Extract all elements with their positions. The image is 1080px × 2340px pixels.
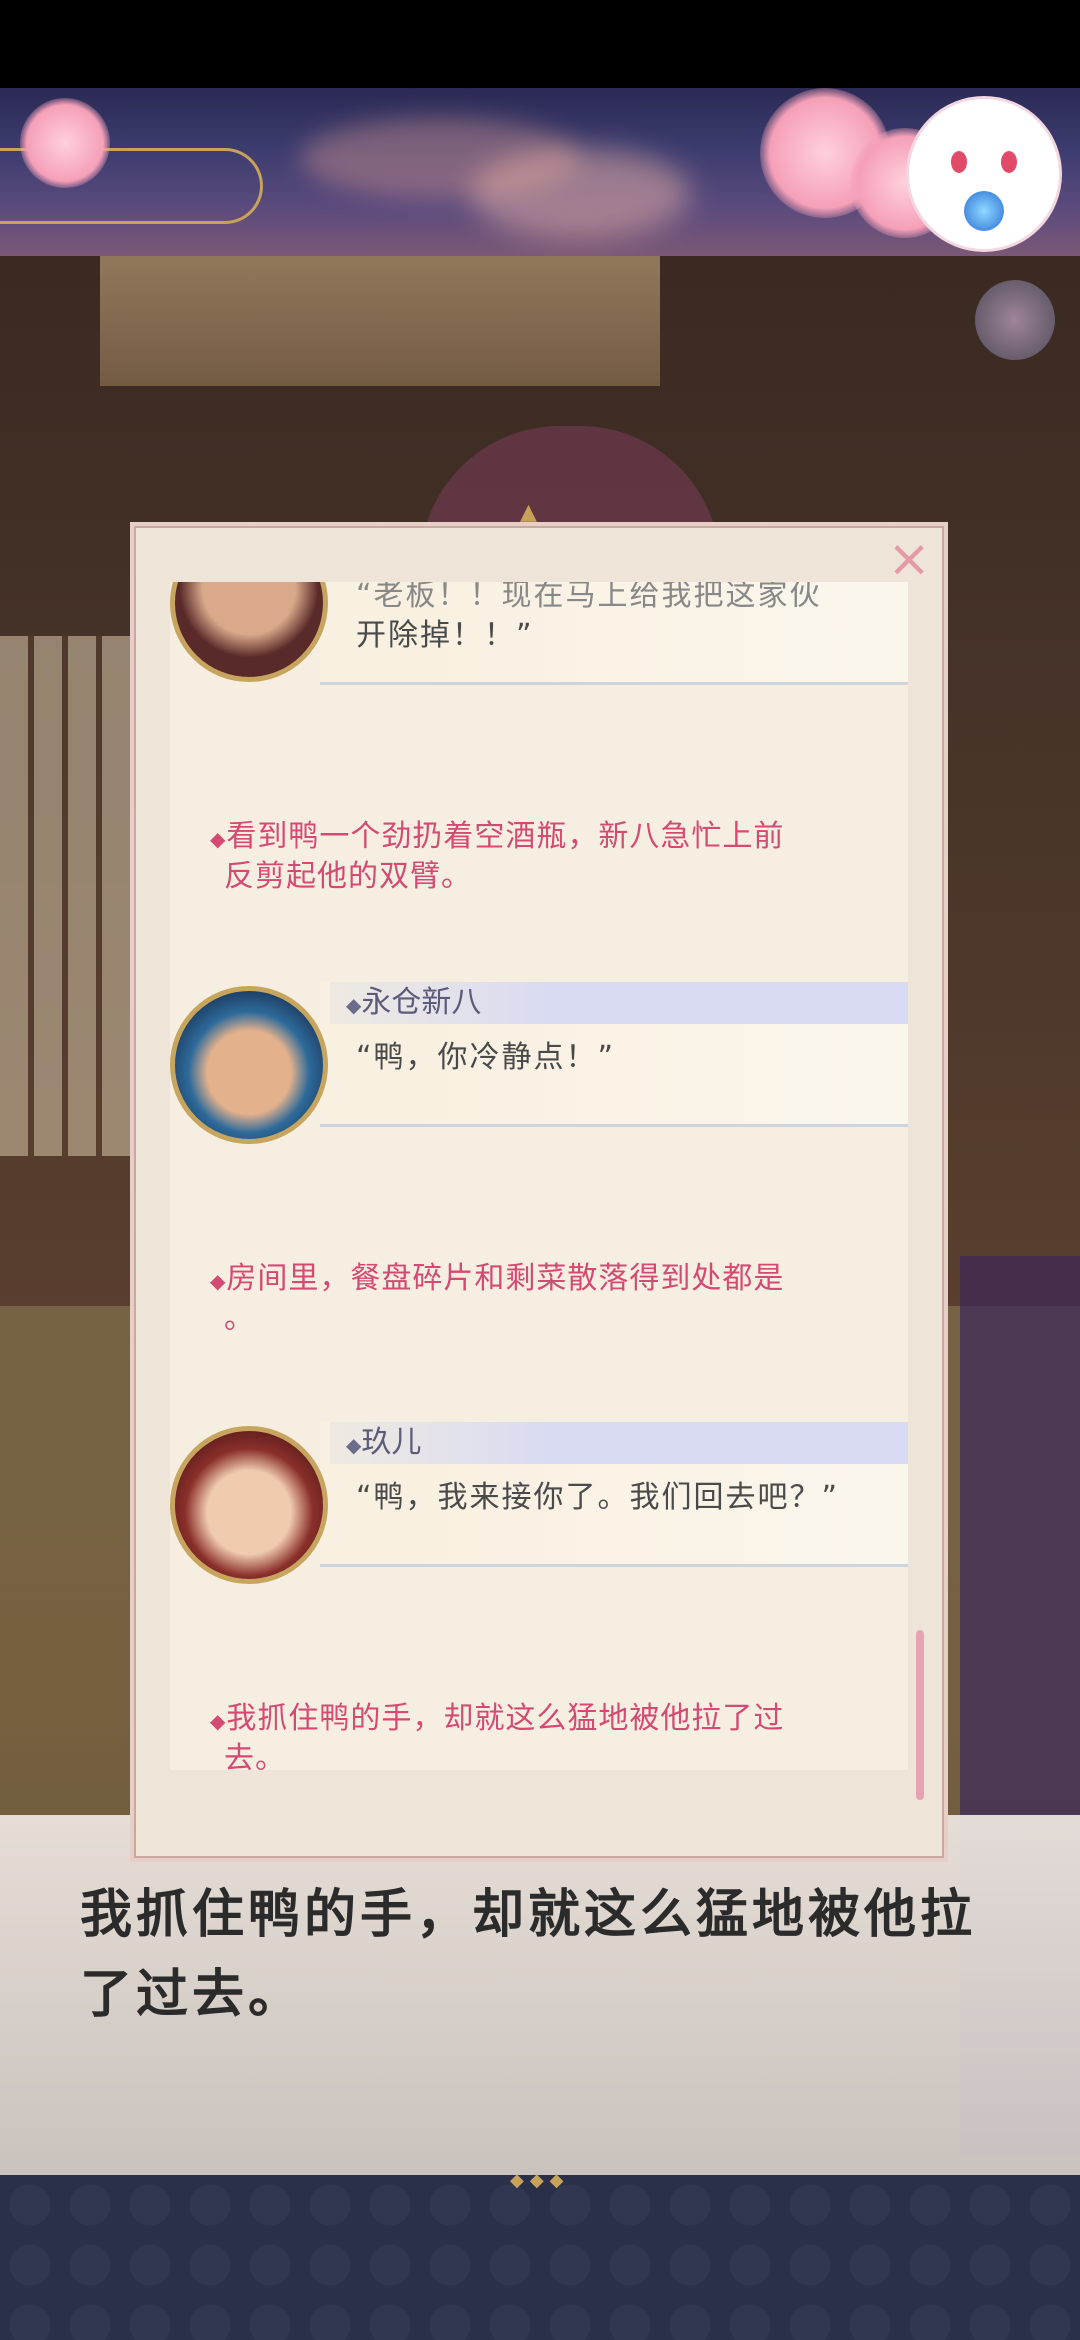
speaker-name: ◆永仓新八 xyxy=(346,985,482,1020)
narration-text: ◆我抓住鸭的手，却就这么猛地被他拉了过 去。 xyxy=(210,1701,785,1770)
panel-ornament: ▲ xyxy=(520,500,537,525)
speech-text: “鸭，我来接你了。我们回去吧？” xyxy=(356,1480,840,1515)
scrollbar[interactable] xyxy=(916,1630,924,1800)
narration-text: ◆看到鸭一个劲扔着空酒瓶，新八急忙上前 反剪起他的双臂。 xyxy=(210,819,785,894)
speech-text: “鸭，你冷静点！” xyxy=(356,1040,616,1075)
avatar xyxy=(170,1426,328,1584)
cherry-blossom-icon xyxy=(20,98,110,188)
dialogue-text: 我抓住鸭的手，却就这么猛地被他拉 了过去。 xyxy=(80,1884,977,2025)
status-bar xyxy=(0,0,1080,88)
dialogue-box[interactable]: 我抓住鸭的手，却就这么猛地被他拉 了过去。 xyxy=(0,1815,1080,2175)
list-item: “老板！！现在马上给我把这家伙 开除掉！！” xyxy=(170,582,908,722)
avatar xyxy=(170,986,328,1144)
avatar xyxy=(170,582,328,682)
backlog-list[interactable]: “老板！！现在马上给我把这家伙 开除掉！！” ◆看到鸭一个劲扔着空酒瓶，新八急忙… xyxy=(170,582,908,1770)
list-item: ◆玖儿 “鸭，我来接你了。我们回去吧？” xyxy=(170,1422,908,1602)
list-item: ◆永仓新八 “鸭，你冷静点！” xyxy=(170,982,908,1162)
menu-circle-icon[interactable] xyxy=(975,280,1055,360)
narration-text: ◆房间里，餐盘碎片和剩菜散落得到处都是 。 xyxy=(210,1261,785,1336)
speaker-name: ◆玖儿 xyxy=(346,1425,422,1460)
footer-ornament: ◆◆◆ xyxy=(510,2170,570,2191)
close-icon[interactable]: × xyxy=(884,533,934,585)
backlog-panel: “老板！！现在马上给我把这家伙 开除掉！！” ◆看到鸭一个劲扔着空酒瓶，新八急忙… xyxy=(130,522,948,1862)
mascot-icon[interactable] xyxy=(906,96,1062,252)
speech-text: “老板！！现在马上给我把这家伙 开除掉！！” xyxy=(356,582,822,653)
footer-bar xyxy=(0,2175,1080,2340)
banner-cloud xyxy=(470,148,690,238)
